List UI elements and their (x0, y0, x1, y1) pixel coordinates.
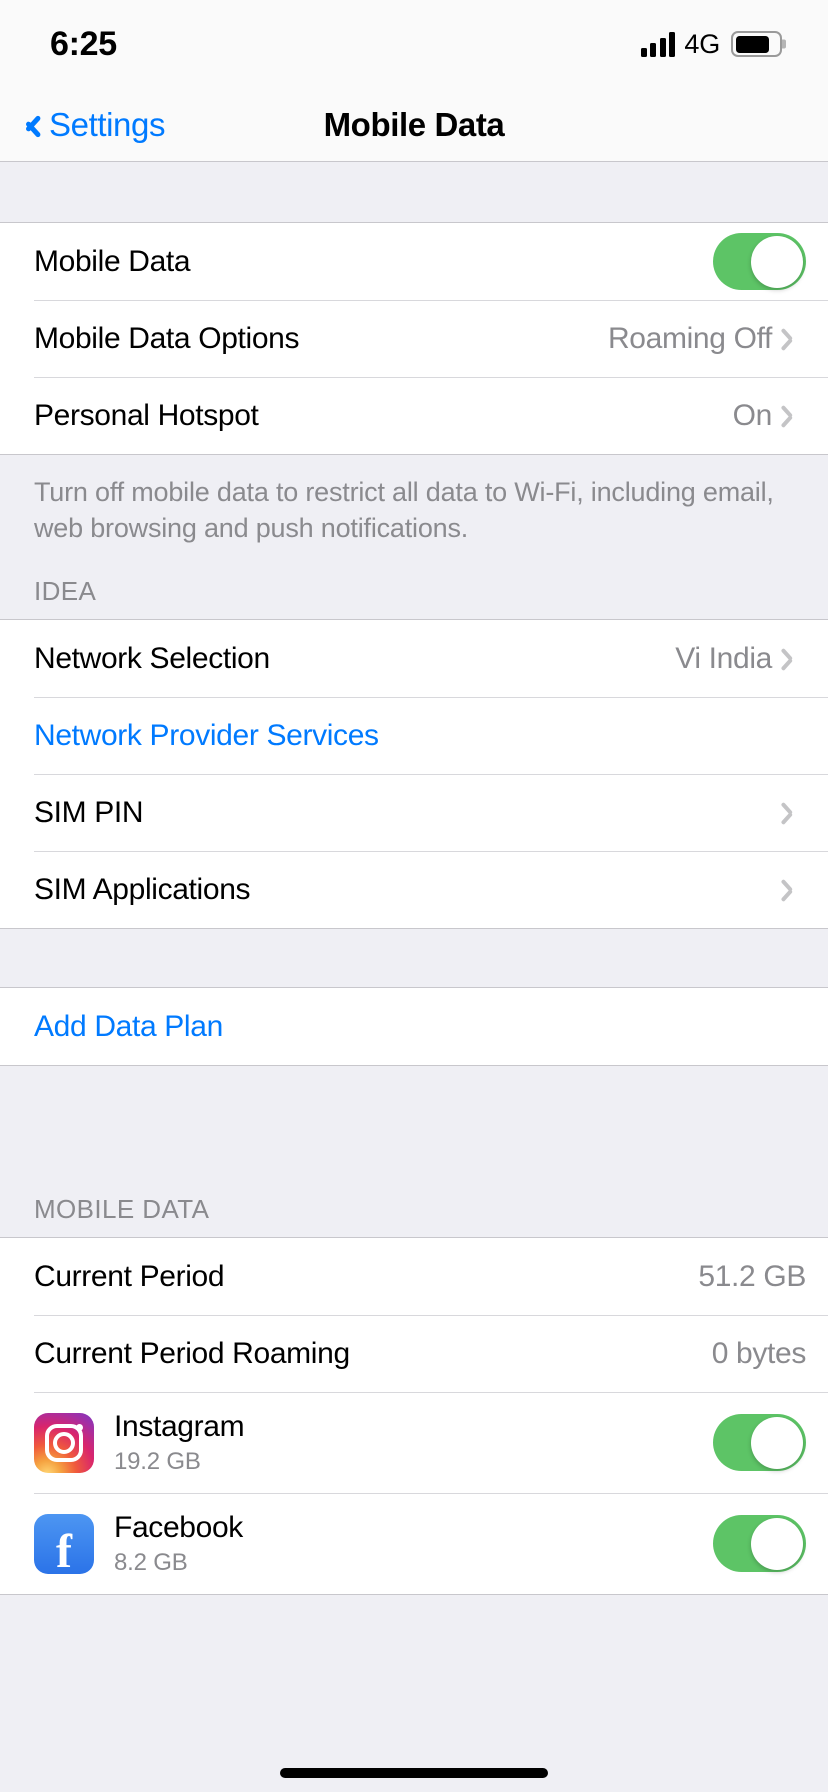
app-row-facebook[interactable]: f Facebook 8.2 GB (0, 1493, 828, 1595)
top-spacer (0, 162, 828, 222)
instagram-icon (34, 1412, 94, 1473)
facebook-icon: f (34, 1513, 94, 1574)
spacer-before-add-plan (0, 929, 828, 988)
status-time: 6:25 (50, 24, 117, 63)
row-add-data-plan[interactable]: Add Data Plan (0, 988, 828, 1066)
row-label: Personal Hotspot (34, 398, 259, 432)
row-label: Network Provider Services (34, 718, 379, 752)
row-label: Network Selection (34, 641, 270, 675)
mobile-data-settings-screen: 6:25 4G Settings Mobile Data Mobile Data (0, 0, 828, 1792)
battery-icon (731, 31, 786, 57)
chevron-right-icon (786, 647, 800, 671)
carrier-group: Network Selection Vi India Network Provi… (0, 619, 828, 930)
status-bar: 6:25 4G (0, 0, 828, 88)
instagram-data-toggle[interactable] (713, 1414, 806, 1472)
row-value: Vi India (675, 641, 772, 675)
row-current-period: Current Period 51.2 GB (0, 1238, 828, 1316)
app-usage: 19.2 GB (114, 1447, 201, 1475)
facebook-glyph: f (56, 1524, 72, 1574)
app-name: Facebook (114, 1510, 243, 1544)
row-sim-pin[interactable]: SIM PIN (0, 774, 828, 852)
mobile-data-group: Mobile Data Mobile Data Options Roaming … (0, 222, 828, 455)
app-name: Instagram (114, 1409, 245, 1443)
back-button-label: Settings (49, 105, 166, 143)
row-label: Current Period Roaming (34, 1336, 350, 1370)
app-row-instagram[interactable]: Instagram 19.2 GB (0, 1392, 828, 1494)
row-label: Mobile Data (34, 244, 191, 278)
row-label: SIM Applications (34, 872, 251, 906)
usage-group: Current Period 51.2 GB Current Period Ro… (0, 1237, 828, 1596)
row-value: 51.2 GB (698, 1259, 806, 1293)
row-mobile-data[interactable]: Mobile Data (0, 223, 828, 300)
row-value: On (732, 398, 773, 432)
back-button[interactable]: Settings (0, 106, 165, 144)
row-value: Roaming Off (607, 321, 772, 355)
row-label: SIM PIN (34, 795, 144, 829)
chevron-right-icon (786, 878, 800, 902)
status-indicators: 4G (640, 28, 786, 60)
navigation-bar: Settings Mobile Data (0, 88, 828, 162)
chevron-right-icon (786, 801, 800, 825)
row-label: Add Data Plan (34, 1009, 223, 1043)
facebook-data-toggle[interactable] (713, 1515, 806, 1573)
row-personal-hotspot[interactable]: Personal Hotspot On (0, 377, 828, 454)
row-sim-applications[interactable]: SIM Applications (0, 851, 828, 929)
chevron-right-icon (786, 327, 800, 351)
home-indicator[interactable] (280, 1768, 548, 1778)
network-type-label: 4G (684, 28, 720, 59)
signal-strength-icon (640, 31, 676, 57)
row-value: 0 bytes (711, 1336, 807, 1370)
add-data-plan-group: Add Data Plan (0, 987, 828, 1067)
row-current-period-roaming: Current Period Roaming 0 bytes (0, 1315, 828, 1393)
row-label: Current Period (34, 1259, 225, 1293)
chevron-right-icon (786, 404, 800, 428)
mobile-data-footer-text: Turn off mobile data to restrict all dat… (0, 455, 828, 547)
carrier-section-header: IDEA (0, 546, 828, 620)
row-mobile-data-options[interactable]: Mobile Data Options Roaming Off (0, 300, 828, 377)
chevron-left-icon (20, 109, 39, 141)
row-network-provider-services[interactable]: Network Provider Services (0, 697, 828, 775)
row-network-selection[interactable]: Network Selection Vi India (0, 620, 828, 698)
app-usage: 8.2 GB (114, 1548, 188, 1576)
row-label: Mobile Data Options (34, 321, 300, 355)
usage-section-header: MOBILE DATA (0, 1066, 828, 1238)
mobile-data-toggle[interactable] (713, 233, 806, 290)
